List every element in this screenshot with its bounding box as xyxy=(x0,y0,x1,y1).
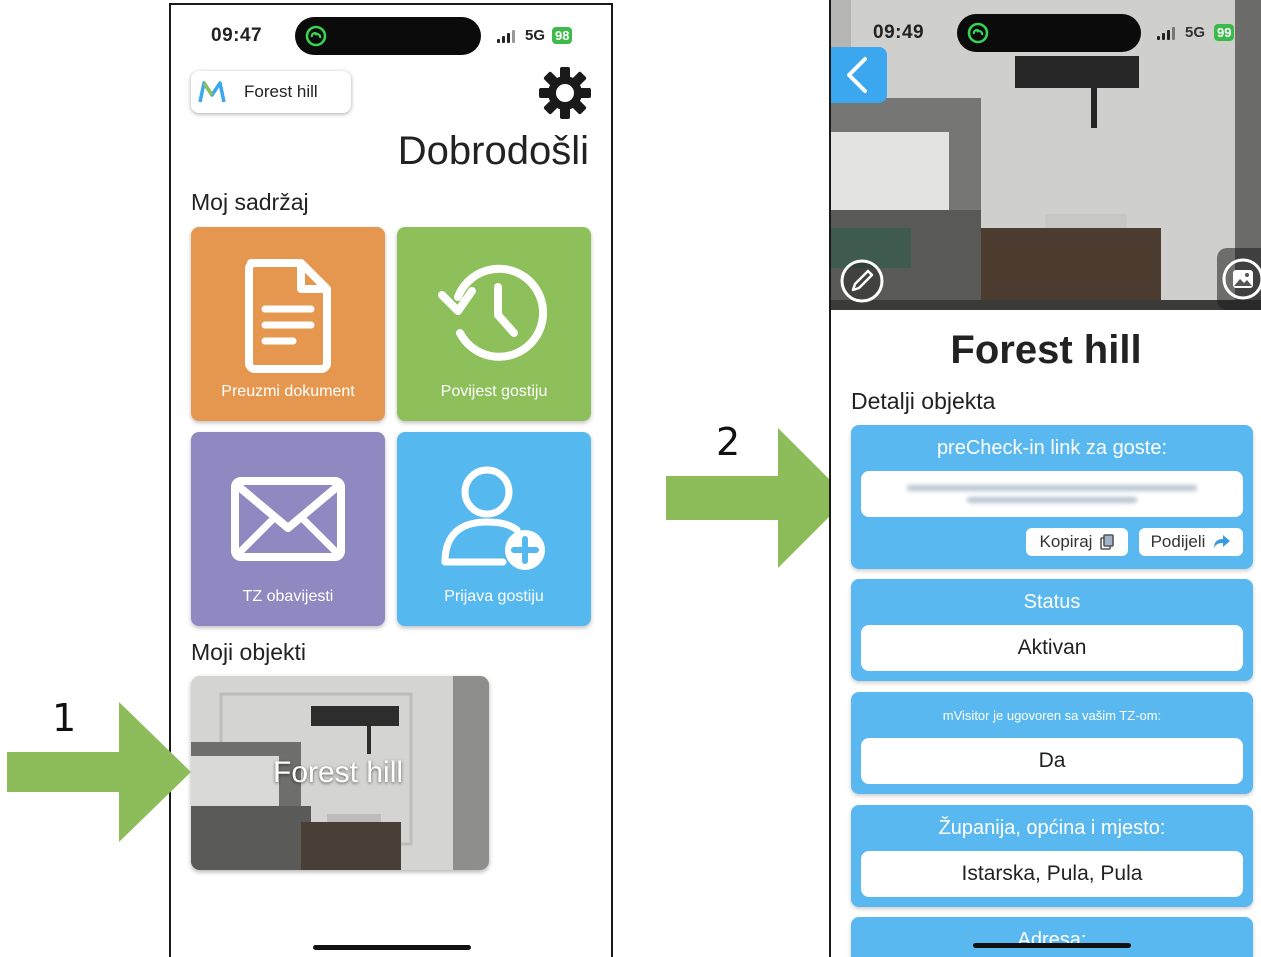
location-card: Županija, općina i mjesto: Istarska, Pul… xyxy=(851,805,1253,907)
chevron-left-icon xyxy=(847,57,867,93)
property-selector-button[interactable]: Forest hill xyxy=(191,71,351,113)
share-icon xyxy=(1214,535,1231,548)
arrow-right-icon xyxy=(7,702,191,842)
dynamic-island xyxy=(957,14,1141,52)
tile-label: Prijava gostiju xyxy=(444,588,544,605)
tz-notices-tile[interactable]: TZ obavijesti xyxy=(191,432,385,626)
property-card-title: Forest hill xyxy=(273,756,404,789)
status-bar: 09:47 5G 98 xyxy=(171,5,611,65)
chat-app-icon xyxy=(305,25,327,47)
back-button[interactable] xyxy=(831,47,887,103)
mvisitor-logo-icon xyxy=(198,81,226,103)
home-indicator xyxy=(313,945,471,950)
signal-icon xyxy=(1157,26,1175,40)
dynamic-island xyxy=(295,17,481,55)
guest-registration-tile[interactable]: Prijava gostiju xyxy=(397,432,591,626)
address-card: Adresa: xyxy=(851,917,1253,957)
blurred-link-line xyxy=(967,497,1137,503)
status-card: Status Aktivan xyxy=(851,579,1253,681)
copy-button[interactable]: Kopiraj xyxy=(1026,528,1128,556)
property-title: Forest hill xyxy=(950,328,1142,372)
guest-history-tile[interactable]: Povijest gostiju xyxy=(397,227,591,421)
home-indicator xyxy=(973,943,1131,948)
precheck-link-field[interactable] xyxy=(861,471,1243,517)
history-icon xyxy=(438,264,548,361)
tz-contract-value: Da xyxy=(861,738,1243,784)
battery-indicator: 98 xyxy=(552,27,573,44)
copy-icon xyxy=(1100,534,1115,550)
precheck-heading: preCheck-in link za goste: xyxy=(936,437,1168,459)
my-properties-title: Moji objekti xyxy=(191,639,307,665)
change-photo-button[interactable] xyxy=(1217,248,1261,310)
status-bar: 09:49 5G 99 xyxy=(831,0,1261,60)
share-button[interactable]: Podijeli xyxy=(1139,528,1243,556)
location-heading: Županija, općina i mjesto: xyxy=(938,817,1166,839)
download-document-tile[interactable]: Preuzmi dokument xyxy=(191,227,385,421)
tz-contract-heading: mVisitor je ugovoren sa vašim TZ-om: xyxy=(942,708,1162,723)
tile-label: TZ obavijesti xyxy=(242,588,334,605)
arrow-right-icon xyxy=(666,428,848,568)
my-content-title: Moj sadržaj xyxy=(191,189,309,215)
image-icon xyxy=(1222,258,1261,300)
welcome-heading: Dobrodošli xyxy=(397,129,589,173)
property-details-title: Detalji objekta xyxy=(851,388,996,414)
property-card-forest-hill[interactable]: Forest hill xyxy=(191,676,489,870)
status-value: Aktivan xyxy=(861,625,1243,671)
status-time: 09:47 xyxy=(211,25,263,46)
status-heading: Status xyxy=(1023,591,1081,613)
add-user-icon xyxy=(441,466,545,570)
signal-icon xyxy=(497,29,515,43)
property-selector-label: Forest hill xyxy=(244,82,318,101)
phone-screen-home: 09:47 5G 98 Forest hill Dobrodošli Moj s… xyxy=(169,3,613,957)
phone-screen-property-details: 09:49 5G 99 Forest hill Detalji objekta xyxy=(829,0,1261,957)
battery-indicator: 99 xyxy=(1214,24,1235,41)
network-type: 5G xyxy=(525,27,546,44)
precheck-link-card: preCheck-in link za goste: Kopiraj Podij… xyxy=(851,425,1253,569)
tz-contract-card: mVisitor je ugovoren sa vašim TZ-om: Da xyxy=(851,692,1253,794)
edit-icon[interactable] xyxy=(839,258,885,304)
status-time: 09:49 xyxy=(873,22,925,43)
copy-button-label: Kopiraj xyxy=(1039,532,1093,551)
document-icon xyxy=(245,259,331,373)
location-value: Istarska, Pula, Pula xyxy=(861,851,1243,897)
envelope-icon xyxy=(231,477,345,561)
network-type: 5G xyxy=(1185,24,1206,41)
chat-app-icon xyxy=(967,22,989,44)
share-button-label: Podijeli xyxy=(1150,532,1206,551)
tile-label: Povijest gostiju xyxy=(440,383,548,400)
blurred-link-line xyxy=(907,485,1197,491)
gear-icon[interactable] xyxy=(537,65,593,121)
tile-label: Preuzmi dokument xyxy=(221,383,355,400)
